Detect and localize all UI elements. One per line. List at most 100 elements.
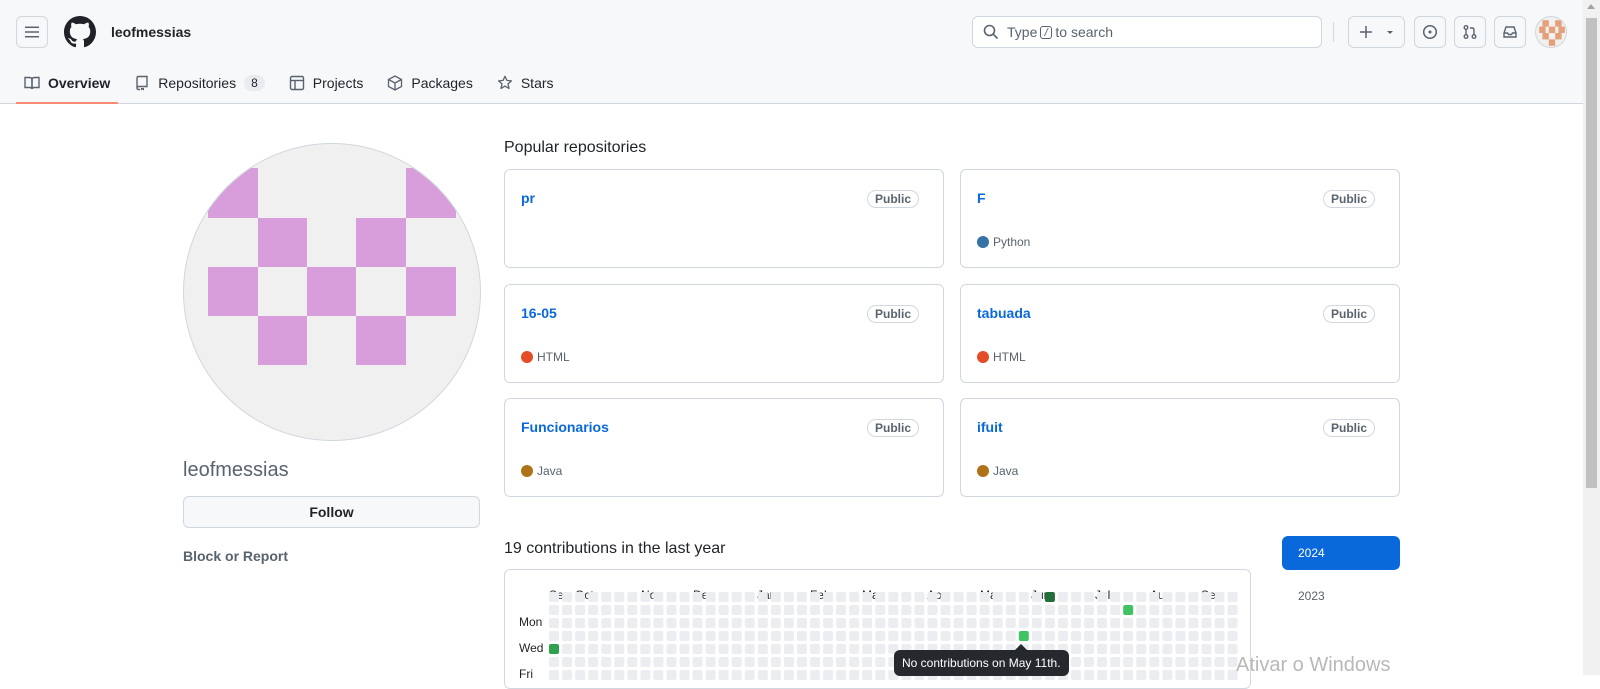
contribution-day-cell[interactable] [1162, 657, 1173, 667]
contribution-day-cell[interactable] [1031, 631, 1042, 641]
contribution-day-cell[interactable] [549, 605, 559, 615]
contribution-day-cell[interactable] [875, 592, 886, 602]
contribution-day-cell[interactable] [1227, 592, 1238, 602]
create-new-button[interactable] [1348, 16, 1405, 48]
contribution-day-cell[interactable] [862, 618, 873, 628]
contribution-day-cell[interactable] [666, 657, 677, 667]
contribution-day-cell[interactable] [757, 644, 768, 654]
contribution-day-cell[interactable] [640, 670, 651, 680]
contribution-day-cell[interactable] [549, 631, 559, 641]
contribution-day-cell[interactable] [1227, 618, 1238, 628]
contribution-day-cell[interactable] [914, 631, 925, 641]
contribution-day-cell[interactable] [705, 618, 716, 628]
contribution-day-cell[interactable] [679, 605, 690, 615]
tab-packages[interactable]: Packages [379, 64, 480, 102]
contribution-day-cell[interactable] [1071, 618, 1081, 628]
contribution-day-cell[interactable] [562, 670, 573, 680]
contribution-day-cell[interactable] [1005, 618, 1016, 628]
contribution-day-cell[interactable] [744, 670, 755, 680]
contribution-day-cell[interactable] [927, 592, 938, 602]
contribution-day-cell[interactable] [836, 657, 847, 667]
contribution-day-cell[interactable] [966, 631, 977, 641]
contribution-day-cell[interactable] [549, 670, 559, 680]
contribution-day-cell[interactable] [575, 618, 586, 628]
contribution-day-cell[interactable] [1149, 592, 1160, 602]
contribution-day-cell[interactable] [1084, 670, 1095, 680]
contribution-day-cell[interactable] [731, 592, 742, 602]
year-2024-button[interactable]: 2024 [1282, 536, 1400, 570]
contribution-day-cell[interactable] [770, 592, 781, 602]
contribution-day-cell[interactable] [562, 618, 573, 628]
contribution-day-cell[interactable] [966, 618, 977, 628]
contribution-day-cell[interactable] [744, 592, 755, 602]
repo-name-link[interactable]: F [977, 190, 986, 206]
contribution-day-cell[interactable] [549, 618, 559, 628]
contribution-day-cell[interactable] [1031, 605, 1042, 615]
tab-projects[interactable]: Projects [281, 64, 372, 102]
contribution-day-cell[interactable] [927, 631, 938, 641]
scrollbar-thumb[interactable] [1586, 18, 1597, 488]
contribution-day-cell[interactable] [914, 618, 925, 628]
contribution-day-cell[interactable] [1175, 670, 1186, 680]
contribution-day-cell[interactable] [901, 592, 912, 602]
contribution-day-cell[interactable] [1097, 631, 1108, 641]
contribution-day-cell[interactable] [1136, 631, 1147, 641]
contribution-day-cell[interactable] [666, 644, 677, 654]
contribution-day-cell[interactable] [979, 605, 990, 615]
contribution-day-cell[interactable] [588, 631, 599, 641]
contribution-day-cell[interactable] [914, 605, 925, 615]
contribution-day-cell[interactable] [927, 618, 938, 628]
contribution-day-cell[interactable] [1005, 592, 1016, 602]
contribution-day-cell[interactable] [810, 644, 820, 654]
contribution-day-cell[interactable] [627, 657, 638, 667]
contribution-day-cell[interactable] [836, 592, 847, 602]
repo-name-link[interactable]: tabuada [977, 305, 1031, 321]
contribution-day-cell[interactable] [1136, 618, 1147, 628]
contribution-day-cell[interactable] [1149, 605, 1160, 615]
contribution-day-cell[interactable] [927, 605, 938, 615]
contribution-day-cell[interactable] [666, 592, 677, 602]
contribution-day-cell[interactable] [1005, 631, 1016, 641]
contribution-day-cell[interactable] [1227, 631, 1238, 641]
contribution-day-cell[interactable] [588, 670, 599, 680]
contribution-day-cell[interactable] [1175, 657, 1186, 667]
contribution-day-cell[interactable] [705, 657, 716, 667]
contribution-day-cell[interactable] [757, 657, 768, 667]
contribution-day-cell[interactable] [614, 618, 625, 628]
contribution-day-cell[interactable] [1031, 592, 1042, 602]
contribution-day-cell[interactable] [1110, 618, 1121, 628]
contribution-day-cell[interactable] [731, 631, 742, 641]
contribution-day-cell[interactable] [588, 605, 599, 615]
contribution-day-cell[interactable] [601, 631, 612, 641]
contribution-day-cell[interactable] [796, 657, 807, 667]
contribution-day-cell[interactable] [588, 657, 599, 667]
contribution-day-cell[interactable] [1018, 605, 1029, 615]
contribution-day-cell[interactable] [627, 644, 638, 654]
contribution-day-cell[interactable] [888, 618, 899, 628]
contribution-day-cell[interactable] [601, 644, 612, 654]
contribution-day-cell[interactable] [823, 657, 834, 667]
contribution-day-cell[interactable] [614, 592, 625, 602]
contribution-day-cell[interactable] [966, 592, 977, 602]
contribution-day-cell[interactable] [888, 631, 899, 641]
contribution-day-cell[interactable] [1201, 592, 1212, 602]
contribution-day-cell[interactable] [810, 631, 820, 641]
contribution-day-cell[interactable] [953, 592, 964, 602]
contribution-day-cell[interactable] [575, 657, 586, 667]
year-2023-link[interactable]: 2023 [1298, 589, 1325, 603]
contribution-day-cell[interactable] [614, 631, 625, 641]
contribution-day-cell[interactable] [796, 592, 807, 602]
contribution-day-cell[interactable] [588, 618, 599, 628]
contribution-day-cell[interactable] [1136, 592, 1147, 602]
contribution-day-cell[interactable] [562, 657, 573, 667]
contribution-day-cell[interactable] [862, 605, 873, 615]
contribution-day-cell[interactable] [744, 644, 755, 654]
contribution-day-cell[interactable] [796, 670, 807, 680]
header-username[interactable]: leofmessias [111, 24, 191, 40]
contribution-day-cell[interactable] [992, 618, 1003, 628]
contribution-day-cell[interactable] [1123, 605, 1134, 615]
contribution-day-cell[interactable] [1214, 657, 1225, 667]
contribution-day-cell[interactable] [744, 605, 755, 615]
contribution-day-cell[interactable] [653, 631, 664, 641]
contribution-day-cell[interactable] [783, 618, 794, 628]
